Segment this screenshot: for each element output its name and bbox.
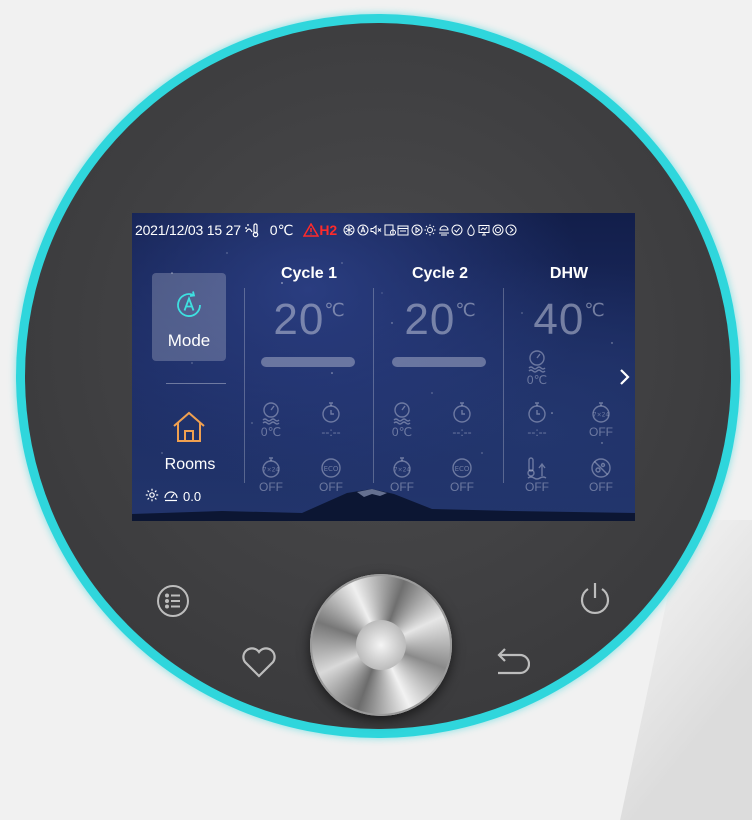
dhw-water-temp[interactable]: 0℃ bbox=[517, 349, 557, 387]
cycle-1-panel[interactable]: Cycle 1 20℃ 0℃ --:-- 7×24 OFF ECO OFF bbox=[245, 261, 373, 521]
eco-icon: ECO bbox=[321, 458, 341, 478]
heart-icon bbox=[242, 647, 276, 678]
cycle-2-weekly-timer[interactable]: 7×24 OFF bbox=[382, 456, 422, 494]
svg-text:7×24: 7×24 bbox=[394, 467, 411, 474]
home-icon bbox=[170, 408, 208, 451]
cycle-1-water-temp[interactable]: 0℃ bbox=[251, 401, 291, 439]
svg-text:ECO: ECO bbox=[324, 465, 339, 473]
alarm-code: H2 bbox=[319, 222, 338, 238]
cycle-1-setpoint[interactable]: 20℃ bbox=[245, 295, 373, 345]
bivalent-icon bbox=[492, 223, 505, 237]
timer-icon bbox=[453, 402, 471, 423]
meter-value: 0.0 bbox=[183, 489, 202, 504]
dhw-title: DHW bbox=[549, 265, 589, 282]
mode-label: Mode bbox=[167, 331, 211, 350]
weekly-timer-icon: 7×24 bbox=[393, 457, 411, 478]
mode-button[interactable]: Mode bbox=[152, 273, 226, 361]
fast-heat-icon bbox=[527, 457, 547, 480]
next-page-chevron-icon[interactable] bbox=[618, 368, 630, 391]
cycle-1-slider[interactable] bbox=[261, 357, 355, 367]
warning-icon bbox=[303, 223, 320, 237]
timer-icon bbox=[384, 223, 397, 237]
rooms-label: Rooms bbox=[164, 456, 216, 473]
play-circle-icon bbox=[505, 223, 518, 237]
dhw-disinfect[interactable]: OFF bbox=[581, 456, 621, 494]
datetime-text: 2021/12/03 15 27 bbox=[135, 222, 241, 238]
cycle-2-slider[interactable] bbox=[392, 357, 486, 367]
outdoor-temp-value: 0℃ bbox=[269, 221, 294, 238]
play-icon bbox=[411, 223, 424, 237]
meter-gauge-icon bbox=[163, 488, 179, 505]
rotary-knob[interactable] bbox=[310, 574, 452, 716]
cycle-2-water-temp[interactable]: 0℃ bbox=[382, 401, 422, 439]
monitor-icon bbox=[478, 223, 491, 237]
menu-list-icon bbox=[157, 585, 189, 617]
cycle-1-title: Cycle 1 bbox=[280, 265, 338, 282]
back-button[interactable] bbox=[492, 644, 531, 683]
cycle-1-eco[interactable]: ECO OFF bbox=[311, 456, 351, 494]
dhw-timer[interactable]: --:-- bbox=[517, 401, 557, 439]
status-icons bbox=[343, 223, 518, 237]
power-icon bbox=[580, 583, 610, 614]
drop-icon bbox=[465, 223, 478, 237]
rooms-button[interactable]: Rooms bbox=[150, 408, 230, 478]
cycle-2-panel[interactable]: Cycle 2 20℃ 0℃ --:-- 7×24 OFF ECO OFF bbox=[376, 261, 504, 521]
disinfect-icon bbox=[591, 458, 611, 478]
outdoor-temp-icon bbox=[244, 222, 264, 238]
cycle-2-timer[interactable]: --:-- bbox=[442, 401, 482, 439]
menu-button[interactable] bbox=[155, 583, 191, 624]
mute-icon bbox=[370, 223, 383, 237]
favorite-button[interactable] bbox=[240, 646, 278, 685]
gauge-water-icon bbox=[393, 402, 411, 425]
auto-mode-icon bbox=[357, 223, 370, 237]
dhw-fast-heat[interactable]: OFF bbox=[517, 456, 557, 494]
check-icon bbox=[451, 223, 464, 237]
cycle-1-timer[interactable]: --:-- bbox=[311, 401, 351, 439]
weekly-timer-icon: 7×24 bbox=[592, 402, 610, 423]
cycle-2-eco[interactable]: ECO OFF bbox=[442, 456, 482, 494]
back-arrow-icon bbox=[497, 648, 531, 675]
solar-icon bbox=[438, 223, 451, 237]
timer-icon bbox=[322, 402, 340, 423]
timer-icon bbox=[528, 402, 546, 423]
dhw-panel[interactable]: DHW 40℃ 0℃ --:-- 7×24 OFF OFF OFF bbox=[505, 261, 633, 521]
snowflake-icon bbox=[343, 223, 356, 237]
cycle-1-weekly-timer[interactable]: 7×24 OFF bbox=[251, 456, 291, 494]
gauge-water-icon bbox=[262, 402, 280, 425]
cycle-2-title: Cycle 2 bbox=[411, 265, 469, 282]
column-divider bbox=[373, 288, 374, 483]
svg-text:7×24: 7×24 bbox=[593, 412, 610, 419]
sun-icon bbox=[424, 223, 437, 237]
gauge-water-icon bbox=[528, 350, 546, 373]
eco-icon: ECO bbox=[452, 458, 472, 478]
dhw-setpoint[interactable]: 40℃ bbox=[505, 295, 633, 345]
power-button[interactable] bbox=[577, 580, 613, 623]
schedule-icon bbox=[397, 223, 410, 237]
alarm-indicator[interactable]: H2 bbox=[303, 222, 337, 238]
auto-mode-icon bbox=[173, 289, 205, 326]
divider bbox=[166, 383, 226, 384]
display-screen: 2021/12/03 15 27 0℃ H2 Mode Rooms 0.0 Cy… bbox=[132, 213, 635, 521]
svg-text:ECO: ECO bbox=[455, 465, 470, 473]
settings-gear-icon bbox=[145, 488, 159, 505]
energy-readout: 0.0 bbox=[145, 488, 201, 505]
svg-text:7×24: 7×24 bbox=[263, 467, 280, 474]
knob-center bbox=[356, 620, 406, 670]
status-bar: 2021/12/03 15 27 0℃ H2 bbox=[135, 221, 635, 239]
dhw-weekly-timer[interactable]: 7×24 OFF bbox=[581, 401, 621, 439]
weekly-timer-icon: 7×24 bbox=[262, 457, 280, 478]
cycle-2-setpoint[interactable]: 20℃ bbox=[376, 295, 504, 345]
